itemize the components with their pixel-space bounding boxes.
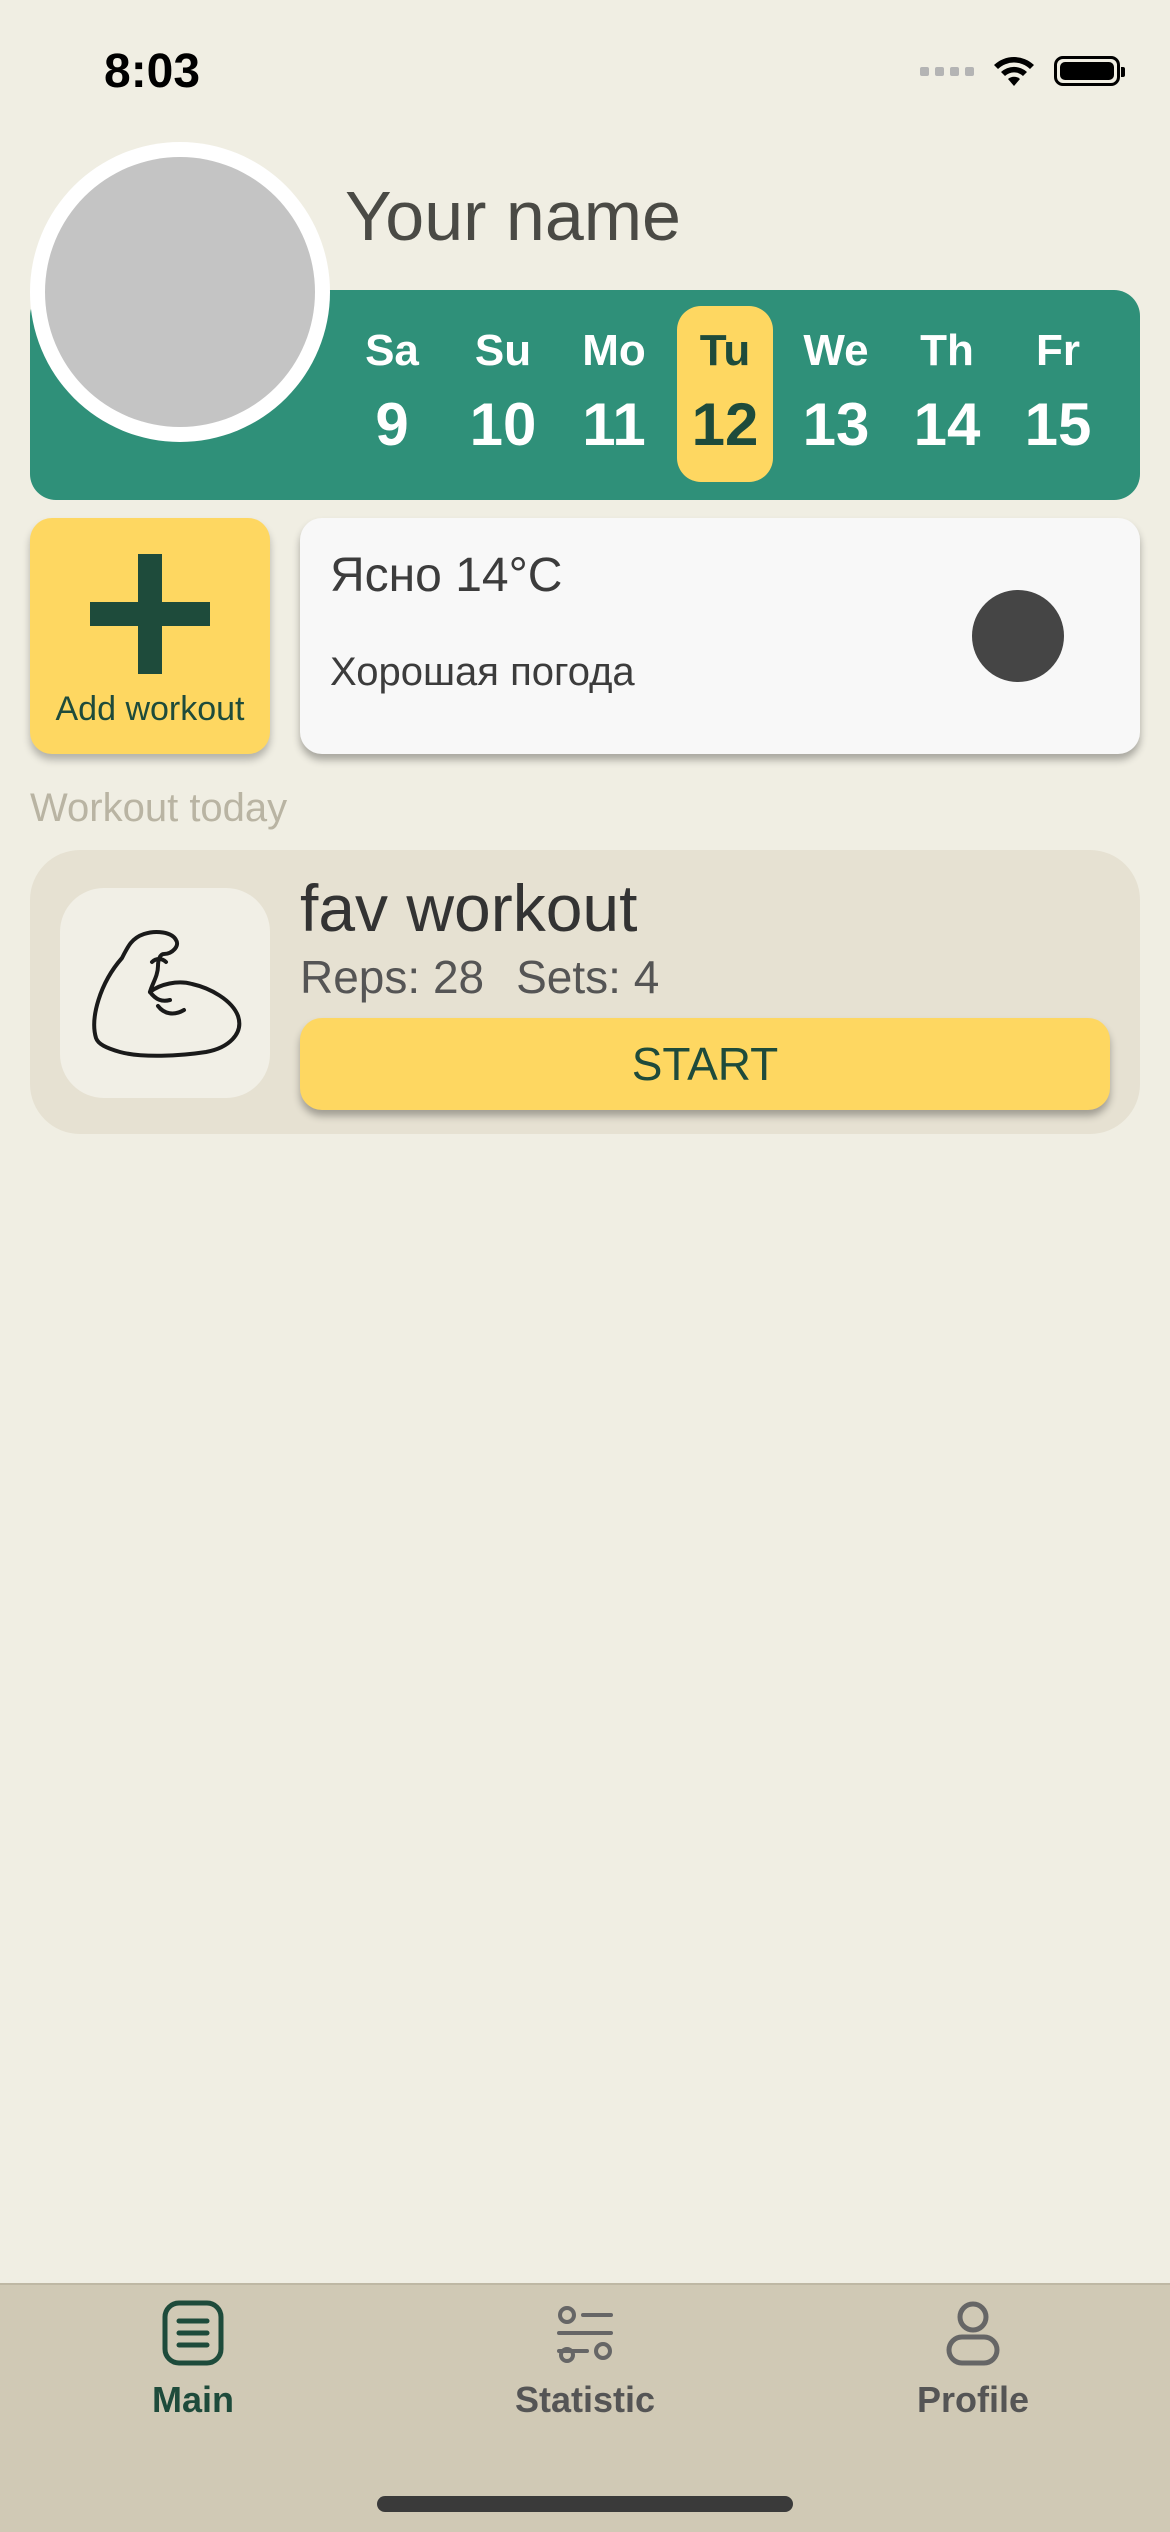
user-name: Your name <box>345 177 681 255</box>
battery-icon <box>1054 56 1125 86</box>
workout-reps: Reps: 28 <box>300 951 485 1003</box>
add-workout-label: Add workout <box>55 690 245 728</box>
bicep-icon <box>92 930 242 1058</box>
home-indicator <box>377 2496 793 2512</box>
workout-name: fav workout <box>300 871 638 945</box>
avatar[interactable] <box>30 142 330 442</box>
status-icons <box>920 54 1125 88</box>
weather-icon <box>972 590 1064 682</box>
sliders-icon <box>557 2306 613 2363</box>
day-name: Mo <box>582 326 646 375</box>
wifi-icon <box>994 57 1034 86</box>
calendar-day[interactable]: Fr 15 <box>1010 306 1106 482</box>
workout-sets: Sets: 4 <box>516 951 660 1003</box>
calendar-day[interactable]: Su 10 <box>455 306 551 482</box>
tab-label: Statistic <box>514 2379 656 2420</box>
day-number: 9 <box>375 391 409 458</box>
person-icon <box>946 2301 1000 2366</box>
calendar-day[interactable]: We 13 <box>788 306 884 482</box>
tab-label: Main <box>151 2379 234 2420</box>
start-button[interactable]: START <box>300 1018 1110 1110</box>
workout-meta: Reps: 28 Sets: 4 <box>300 950 659 1004</box>
day-number: 12 <box>691 391 759 458</box>
day-number: 13 <box>802 391 870 458</box>
tab-main[interactable]: Main <box>43 2299 343 2449</box>
workout-thumbnail <box>60 888 270 1098</box>
tab-bar: Main Statistic Profile <box>0 2283 1170 2532</box>
weather-card: Ясно 14°C Хорошая погода <box>300 518 1140 754</box>
add-workout-button[interactable]: Add workout <box>30 518 270 754</box>
day-name: Th <box>920 326 974 375</box>
status-time: 8:03 <box>104 45 201 98</box>
day-number: 14 <box>913 391 981 458</box>
tab-label: Profile <box>916 2379 1030 2420</box>
list-icon <box>162 2300 224 2366</box>
day-name: Su <box>474 326 532 375</box>
weather-description: Хорошая погода <box>330 650 635 694</box>
day-number: 15 <box>1024 391 1092 458</box>
day-name: Tu <box>699 326 751 375</box>
day-number: 10 <box>469 391 537 458</box>
workout-card[interactable]: fav workout Reps: 28 Sets: 4 START <box>30 850 1140 1134</box>
day-number: 11 <box>582 391 646 458</box>
calendar-day[interactable]: Mo 11 <box>566 306 662 482</box>
day-name: Sa <box>365 326 419 375</box>
day-name: Fr <box>1036 326 1080 375</box>
calendar-day-selected[interactable]: Tu 12 <box>677 306 773 482</box>
tab-statistic[interactable]: Statistic <box>435 2299 735 2449</box>
tab-profile[interactable]: Profile <box>823 2299 1123 2449</box>
calendar-day[interactable]: Sa 9 <box>344 306 440 482</box>
day-name: We <box>803 326 869 375</box>
cellular-signal-icon <box>920 66 974 76</box>
calendar-day[interactable]: Th 14 <box>899 306 995 482</box>
section-title: Workout today <box>30 786 288 830</box>
plus-icon <box>90 554 210 674</box>
weather-title: Ясно 14°C <box>330 549 563 602</box>
